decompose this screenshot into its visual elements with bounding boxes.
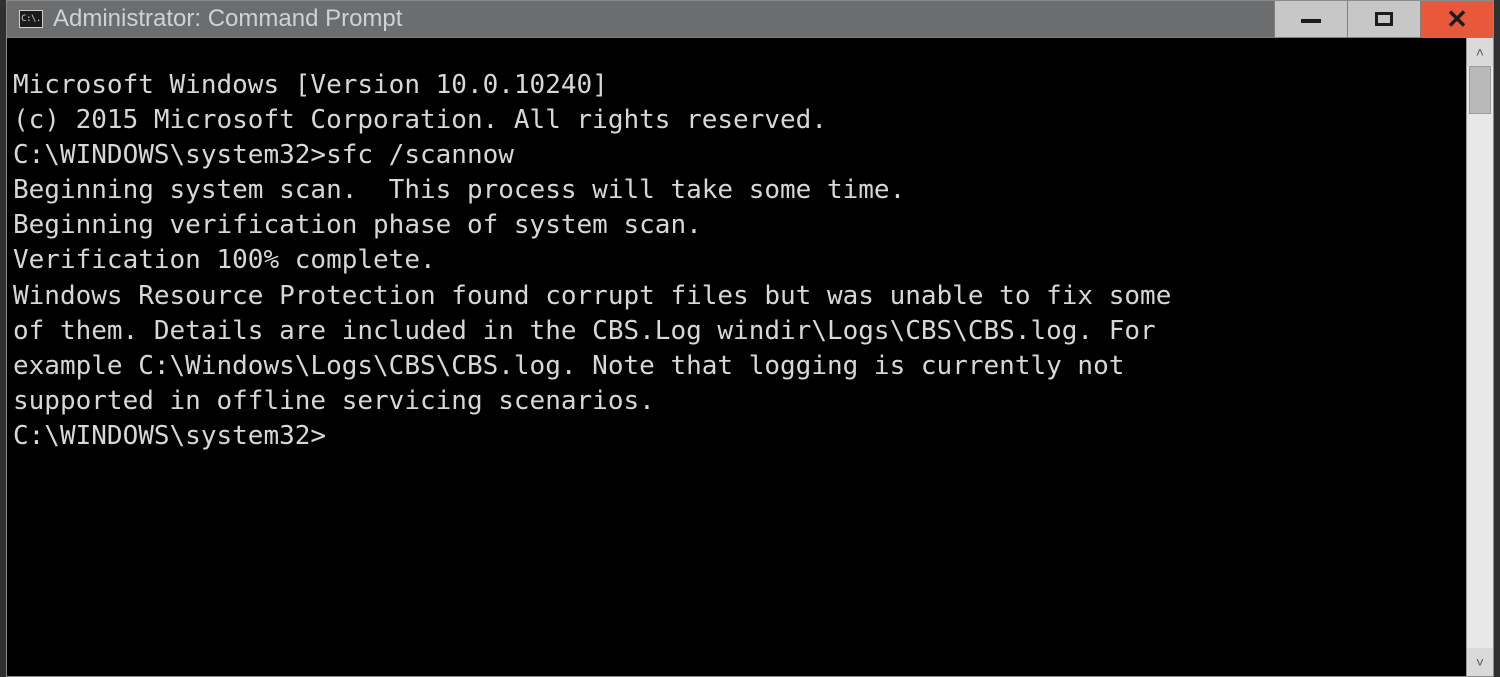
minimize-button[interactable] bbox=[1274, 1, 1347, 37]
close-icon: ✕ bbox=[1446, 4, 1468, 35]
scroll-thumb[interactable] bbox=[1469, 66, 1491, 114]
console-line: of them. Details are included in the CBS… bbox=[13, 314, 1460, 349]
console-line: example C:\Windows\Logs\CBS\CBS.log. Not… bbox=[13, 349, 1460, 384]
scroll-up-button[interactable]: ˄ bbox=[1467, 38, 1493, 66]
client-area: Microsoft Windows [Version 10.0.10240](c… bbox=[7, 38, 1493, 676]
console-line: C:\WINDOWS\system32>sfc /scannow bbox=[13, 138, 1460, 173]
maximize-button[interactable] bbox=[1347, 1, 1420, 37]
close-button[interactable]: ✕ bbox=[1420, 1, 1493, 37]
console-line: supported in offline servicing scenarios… bbox=[13, 384, 1460, 419]
console-line: (c) 2015 Microsoft Corporation. All righ… bbox=[13, 103, 1460, 138]
command-prompt-window: C:\. Administrator: Command Prompt ✕ Mic… bbox=[6, 0, 1494, 677]
window-title: Administrator: Command Prompt bbox=[53, 5, 402, 33]
console-line: Windows Resource Protection found corrup… bbox=[13, 279, 1460, 314]
cmd-icon-glyph: C:\. bbox=[21, 15, 41, 24]
console-line: Verification 100% complete. bbox=[13, 243, 1460, 278]
console-line: Microsoft Windows [Version 10.0.10240] bbox=[13, 68, 1460, 103]
console-line: C:\WINDOWS\system32> bbox=[13, 419, 1460, 454]
window-controls: ✕ bbox=[1274, 1, 1493, 37]
vertical-scrollbar[interactable]: ˄ ˅ bbox=[1466, 38, 1493, 676]
scroll-down-button[interactable]: ˅ bbox=[1467, 648, 1493, 676]
minimize-icon bbox=[1301, 19, 1321, 23]
console-output[interactable]: Microsoft Windows [Version 10.0.10240](c… bbox=[7, 64, 1466, 650]
cmd-icon: C:\. bbox=[19, 10, 43, 28]
maximize-icon bbox=[1375, 12, 1393, 26]
titlebar[interactable]: C:\. Administrator: Command Prompt ✕ bbox=[7, 1, 1493, 38]
console-line: Beginning system scan. This process will… bbox=[13, 173, 1460, 208]
scroll-track[interactable] bbox=[1467, 66, 1493, 648]
chevron-up-icon: ˄ bbox=[1476, 44, 1484, 60]
chevron-down-icon: ˅ bbox=[1476, 654, 1484, 670]
console-line: Beginning verification phase of system s… bbox=[13, 208, 1460, 243]
